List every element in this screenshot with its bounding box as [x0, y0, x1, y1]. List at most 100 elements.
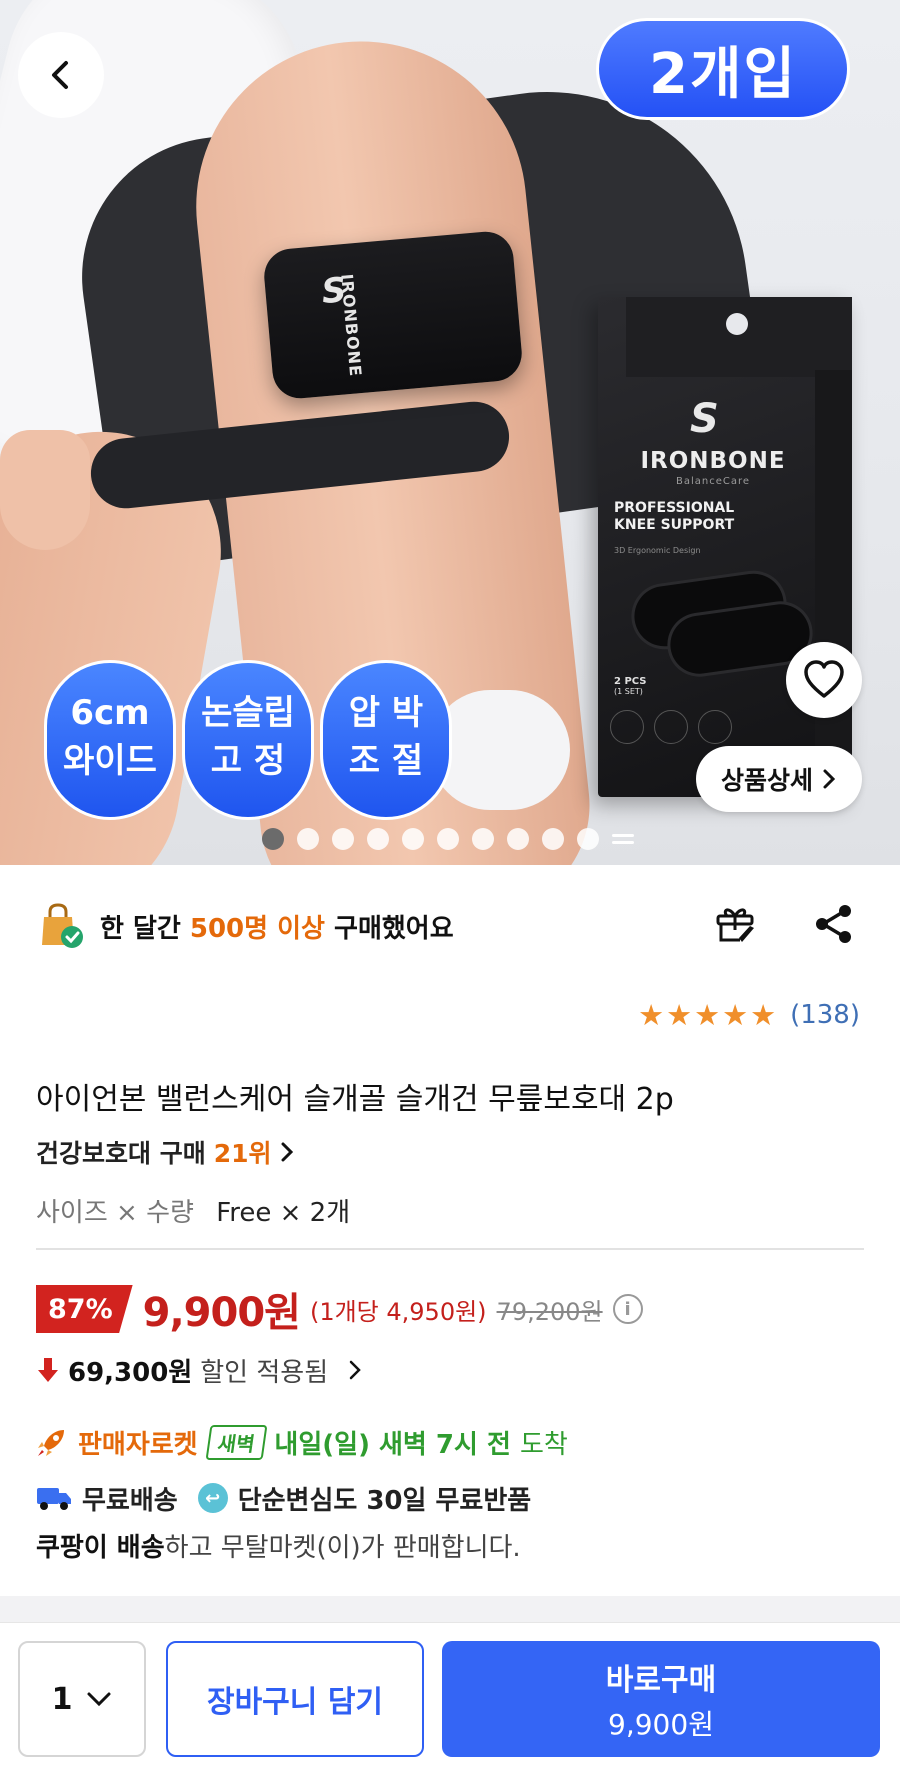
carousel-dot[interactable] — [402, 828, 424, 850]
arrow-down-icon — [38, 1358, 58, 1382]
selected-option: 사이즈 × 수량 Free × 2개 — [36, 1192, 350, 1229]
gift-icon — [716, 908, 754, 942]
price-row: 87% 9,900원 (1개당 4,950원) 79,200원 i — [36, 1283, 643, 1336]
coupon-discount-link[interactable]: 69,300원 할인 적용됨 — [36, 1348, 366, 1392]
discount-badge: 87% — [36, 1285, 133, 1333]
review-count[interactable]: (138) — [790, 1000, 860, 1030]
arrival-tail: 도착 — [519, 1429, 568, 1460]
rating-summary[interactable]: ★ ★ ★ ★ ★ (138) — [638, 1000, 860, 1030]
purchase-prefix: 한 달간 — [100, 913, 181, 944]
quantity-value: 1 — [51, 1681, 73, 1717]
add-to-cart-button[interactable]: 장바구니 담기 — [166, 1641, 424, 1757]
box-hanger — [626, 297, 852, 377]
rank-value: 21위 — [213, 1139, 272, 1168]
product-detail-label: 상품상세 — [720, 766, 813, 795]
star-icon: ★ — [750, 998, 777, 1032]
feature-line: 6cm — [70, 693, 150, 733]
more-images-icon[interactable] — [612, 828, 634, 850]
quantity-badge: 2개입 — [596, 18, 850, 120]
strap-brand-text: IRONBONE — [337, 273, 366, 378]
option-value: Free × 2개 — [216, 1198, 351, 1228]
seller-info: 쿠팡이 배송하고 무탈마켓(이)가 판매합니다. — [36, 1527, 521, 1564]
feature-badge-compression: 압 박 조 절 — [320, 660, 452, 820]
rank-category: 건강보호대 구매 — [36, 1139, 206, 1168]
dawn-delivery-tag: 새벽 — [205, 1424, 267, 1460]
box-design-text: 3D Ergonomic Design — [614, 546, 701, 555]
box-pcs: 2 PCS (1 SET) — [614, 676, 647, 696]
box-pcs-set: (1 SET) — [614, 687, 643, 696]
feature-line: 논슬립 — [201, 693, 295, 733]
free-return: 단순변심도 30일 무료반품 — [237, 1485, 532, 1516]
box-product-line2: KNEE SUPPORT — [614, 517, 735, 533]
truck-icon — [37, 1488, 71, 1510]
shopping-bag-check-icon — [42, 903, 83, 948]
buy-now-button[interactable]: 바로구매 9,900원 — [442, 1641, 880, 1757]
product-detail-button[interactable]: 상품상세 — [696, 746, 862, 812]
box-brand: IRONBONE — [640, 448, 786, 474]
star-rating: ★ ★ ★ ★ ★ — [638, 1000, 776, 1030]
star-icon: ★ — [638, 998, 665, 1032]
box-s-logo: S — [690, 396, 719, 442]
carousel-dot[interactable] — [332, 828, 354, 850]
return-icon: ↩ — [197, 1483, 228, 1513]
gift-button[interactable] — [712, 900, 758, 950]
wishlist-button[interactable] — [786, 642, 862, 718]
purchase-highlight: 500명 이상 — [189, 913, 325, 944]
box-hole — [726, 313, 748, 335]
rocket-icon — [38, 1430, 64, 1456]
back-button[interactable] — [18, 32, 104, 118]
chevron-down-icon — [87, 1692, 111, 1707]
product-image-carousel[interactable]: S IRONBONE S IRONBONE BalanceCare PROFES… — [0, 0, 900, 865]
chevron-right-icon — [281, 1142, 293, 1162]
box-product-line1: PROFESSIONAL — [614, 500, 735, 516]
free-shipping: 무료배송 — [82, 1485, 178, 1516]
carousel-dot[interactable] — [297, 828, 319, 850]
sale-price: 9,900원 — [142, 1290, 301, 1336]
purchase-suffix: 구매했어요 — [334, 913, 454, 944]
carousel-dot[interactable] — [437, 828, 459, 850]
box-feature-icons — [610, 710, 732, 744]
feature-badge-wide: 6cm 와이드 — [44, 660, 176, 820]
photo-hand — [0, 430, 90, 550]
chevron-right-icon — [823, 769, 836, 789]
share-icon — [816, 905, 851, 943]
purchase-text: 한 달간 500명 이상 구매했어요 — [100, 908, 454, 945]
star-icon: ★ — [666, 998, 693, 1032]
coupon-amount: 69,300원 — [68, 1357, 193, 1388]
quantity-select[interactable]: 1 — [18, 1641, 146, 1757]
category-rank-link[interactable]: 건강보호대 구매 21위 — [36, 1134, 294, 1170]
knee-strap: S IRONBONE — [261, 229, 525, 401]
product-title: 아이언본 밸런스케어 슬개골 슬개건 무릎보호대 2p — [36, 1082, 674, 1117]
section-separator — [0, 1596, 900, 1622]
buy-now-label: 바로구매 — [605, 1663, 717, 1698]
divider — [36, 1248, 864, 1250]
shipper: 쿠팡이 배송 — [36, 1533, 165, 1563]
seller-rocket-label: 판매자로켓 — [78, 1429, 198, 1460]
feature-badge-nonslip: 논슬립 고 정 — [182, 660, 314, 820]
shipping-benefits: 무료배송 ↩ 단순변심도 30일 무료반품 — [36, 1475, 531, 1521]
feature-line: 조 절 — [348, 741, 424, 781]
feature-line: 압 박 — [348, 693, 424, 733]
carousel-dot[interactable] — [542, 828, 564, 850]
purchase-bar: 1 장바구니 담기 바로구매 9,900원 — [0, 1622, 900, 1775]
chevron-right-icon — [349, 1360, 361, 1380]
carousel-dot[interactable] — [262, 828, 284, 850]
carousel-dot[interactable] — [577, 828, 599, 850]
feature-line: 고 정 — [210, 741, 286, 781]
carousel-indicator — [262, 828, 634, 850]
info-icon[interactable]: i — [612, 1294, 643, 1324]
original-price: 79,200원 — [496, 1297, 603, 1326]
star-icon: ★ — [722, 998, 749, 1032]
chevron-left-icon — [52, 61, 68, 89]
box-pcs-count: 2 PCS — [614, 676, 647, 687]
carousel-dot[interactable] — [472, 828, 494, 850]
carousel-dot[interactable] — [367, 828, 389, 850]
carousel-dot[interactable] — [507, 828, 529, 850]
share-button[interactable] — [812, 902, 856, 950]
box-product-name: PROFESSIONAL KNEE SUPPORT — [614, 500, 814, 534]
feature-line: 와이드 — [63, 741, 157, 781]
buy-now-price: 9,900원 — [608, 1708, 714, 1741]
heart-icon — [804, 660, 844, 698]
purchase-count-notice: 한 달간 500명 이상 구매했어요 — [36, 898, 454, 954]
star-icon: ★ — [694, 998, 721, 1032]
